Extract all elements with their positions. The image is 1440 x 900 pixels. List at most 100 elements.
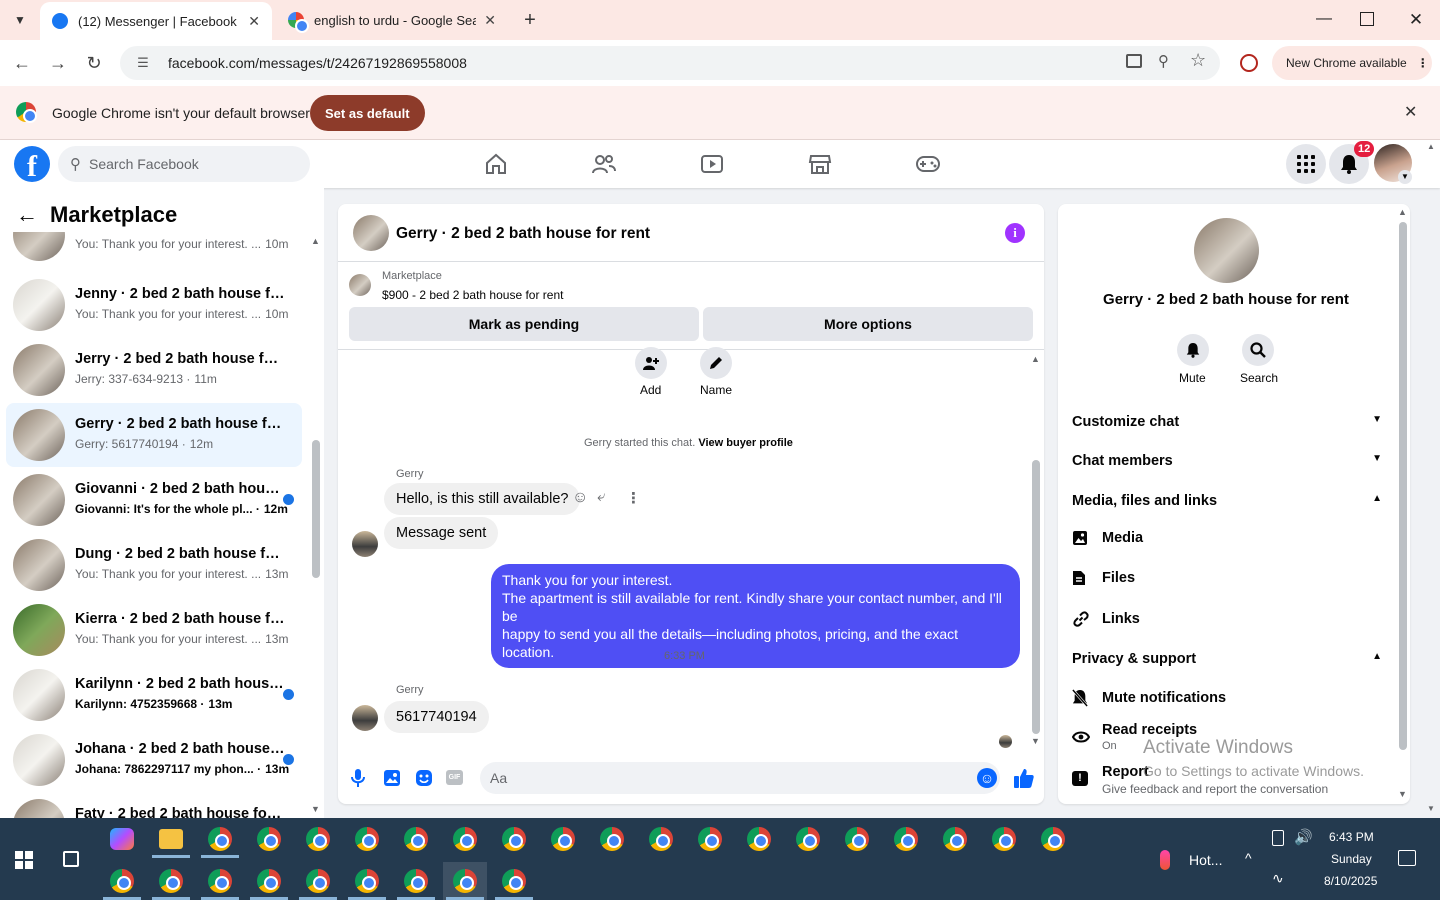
task-view-icon[interactable] [63, 851, 79, 867]
chrome-taskbar-button[interactable] [247, 820, 291, 858]
kebab-menu-icon[interactable]: ⋮ [1417, 56, 1429, 70]
friends-nav-icon[interactable] [574, 146, 634, 182]
new-tab-icon[interactable]: + [518, 8, 542, 32]
chrome-taskbar-button[interactable] [933, 820, 977, 858]
sticker-icon[interactable] [415, 769, 433, 792]
listing-thumbnail[interactable] [349, 274, 371, 296]
list-scrollbar[interactable] [312, 440, 320, 578]
reply-icon[interactable]: ⤶ [597, 488, 605, 505]
marketplace-nav-icon[interactable] [790, 146, 850, 182]
chrome-taskbar-button[interactable] [884, 820, 928, 858]
chrome-taskbar-button[interactable] [786, 820, 830, 858]
account-chevron-icon[interactable]: ▼ [1398, 170, 1412, 184]
add-person-icon[interactable] [635, 347, 667, 379]
react-emoji-icon[interactable]: ☺ [572, 489, 588, 507]
details-scroll-up-icon[interactable]: ▲ [1398, 207, 1407, 217]
zoom-icon[interactable]: ⚲ [1158, 52, 1169, 70]
chrome-taskbar-button[interactable] [345, 862, 389, 900]
list-scroll-up-icon[interactable]: ▲ [311, 236, 320, 246]
weather-label[interactable]: Hot... [1189, 852, 1222, 868]
chrome-taskbar-button[interactable] [541, 820, 585, 858]
chrome-taskbar-button[interactable] [492, 820, 536, 858]
menu-grid-button[interactable] [1286, 144, 1326, 184]
forward-icon[interactable]: → [45, 50, 71, 76]
sender-avatar[interactable] [352, 705, 378, 731]
close-tab-icon[interactable]: ✕ [248, 13, 260, 30]
links-item[interactable]: Links [1072, 610, 1372, 628]
media-item[interactable]: Media [1072, 530, 1372, 546]
site-info-icon[interactable]: ☰ [130, 55, 156, 71]
conversation-row[interactable]: Faty · 2 bed 2 bath house for rent [6, 793, 302, 818]
conversation-row[interactable]: Johana · 2 bed 2 bath house for rent Joha… [6, 728, 302, 792]
reload-icon[interactable]: ↻ [81, 50, 107, 76]
customize-chat-section[interactable]: Customize chat ▼ [1072, 414, 1382, 430]
page-scroll-up-icon[interactable]: ▲ [1427, 142, 1435, 151]
gaming-nav-icon[interactable] [898, 146, 958, 182]
minimize-icon[interactable]: — [1312, 10, 1336, 30]
copilot-taskbar-button[interactable] [100, 820, 144, 858]
clock-date[interactable]: 8/10/2025 [1324, 874, 1377, 888]
details-scrollbar[interactable] [1399, 222, 1407, 750]
mute-notifications-item[interactable]: Mute notifications [1072, 689, 1372, 707]
close-tab-icon[interactable]: ✕ [484, 12, 496, 29]
contact-avatar[interactable] [1194, 218, 1259, 283]
incoming-message[interactable]: Message sent [384, 517, 499, 549]
chrome-taskbar-button[interactable] [394, 820, 438, 858]
chrome-taskbar-button[interactable] [394, 862, 438, 900]
chrome-taskbar-button[interactable] [296, 820, 340, 858]
wifi-icon[interactable]: ∿ [1272, 870, 1284, 887]
conversation-row[interactable]: Jenny · 2 bed 2 bath house for rent You: … [6, 273, 302, 337]
back-arrow-icon[interactable]: ← [16, 202, 38, 228]
outgoing-message[interactable]: Thank you for your interest. The apartme… [491, 564, 1020, 668]
page-scroll-down-icon[interactable]: ▼ [1427, 804, 1435, 813]
facebook-search-input[interactable]: ⚲ Search Facebook [58, 146, 310, 182]
conversation-row[interactable]: Giovanni · 2 bed 2 bath house for rent Gi… [6, 468, 302, 532]
battery-icon[interactable] [1272, 830, 1284, 846]
pencil-icon[interactable] [700, 347, 732, 379]
conversation-row[interactable]: Gerry · 2 bed 2 bath house for rent Gerry… [6, 403, 302, 467]
chrome-taskbar-button[interactable] [835, 820, 879, 858]
weather-icon[interactable] [1160, 850, 1170, 870]
new-chrome-available-button[interactable]: New Chrome available ⋮ [1272, 46, 1432, 80]
maximize-icon[interactable] [1360, 12, 1374, 26]
details-scroll-down-icon[interactable]: ▼ [1398, 789, 1407, 799]
chrome-taskbar-button[interactable] [443, 862, 487, 900]
tab-messenger[interactable]: (12) Messenger | Facebook ✕ [40, 2, 272, 40]
chrome-taskbar-button[interactable] [639, 820, 683, 858]
bookmark-star-icon[interactable]: ☆ [1190, 50, 1206, 71]
video-nav-icon[interactable] [682, 146, 742, 182]
gif-icon[interactable]: GIF [446, 770, 463, 785]
chat-scrollbar[interactable] [1032, 460, 1040, 734]
more-actions-icon[interactable]: ⋮ [626, 489, 641, 507]
conversation-row[interactable]: Karilynn · 2 bed 2 bath house for rent Ka… [6, 663, 302, 727]
chrome-taskbar-button[interactable] [296, 862, 340, 900]
mark-as-pending-button[interactable]: Mark as pending [349, 307, 699, 341]
tab-search-dropdown[interactable]: ▼ [8, 8, 32, 32]
chrome-taskbar-button[interactable] [688, 820, 732, 858]
chrome-taskbar-button[interactable] [982, 820, 1026, 858]
address-bar[interactable]: ☰ facebook.com/messages/t/24267192869558… [120, 46, 1220, 80]
list-scroll-down-icon[interactable]: ▼ [311, 804, 320, 814]
privacy-support-section[interactable]: Privacy & support ▲ [1072, 651, 1382, 667]
chrome-taskbar-button[interactable] [198, 862, 242, 900]
more-options-button[interactable]: More options [703, 307, 1033, 341]
chrome-taskbar-button[interactable] [590, 820, 634, 858]
view-buyer-profile-link[interactable]: View buyer profile [698, 437, 793, 449]
incoming-message[interactable]: Hello, is this still available? [384, 483, 581, 515]
search-conversation-icon[interactable] [1242, 334, 1274, 366]
clock-time[interactable]: 6:43 PM [1329, 830, 1374, 844]
message-input[interactable]: Aa ☺ [480, 762, 1000, 794]
microphone-icon[interactable] [350, 768, 366, 793]
close-window-icon[interactable]: ✕ [1404, 8, 1428, 32]
emoji-icon[interactable]: ☺ [977, 768, 997, 788]
conversation-row[interactable]: Dung · 2 bed 2 bath house for rent You: T… [6, 533, 302, 597]
speaker-icon[interactable]: 🔊 [1294, 828, 1313, 846]
back-icon[interactable]: ← [9, 50, 35, 76]
install-app-icon[interactable] [1126, 54, 1142, 68]
chrome-taskbar-button[interactable] [1031, 820, 1075, 858]
set-as-default-button[interactable]: Set as default [310, 95, 425, 131]
conversation-row[interactable]: Jerry · 2 bed 2 bath house for rent Jerry… [6, 338, 302, 402]
chrome-taskbar-button[interactable] [492, 862, 536, 900]
show-hidden-icons-icon[interactable]: ^ [1245, 850, 1252, 866]
chrome-taskbar-button[interactable] [247, 862, 291, 900]
